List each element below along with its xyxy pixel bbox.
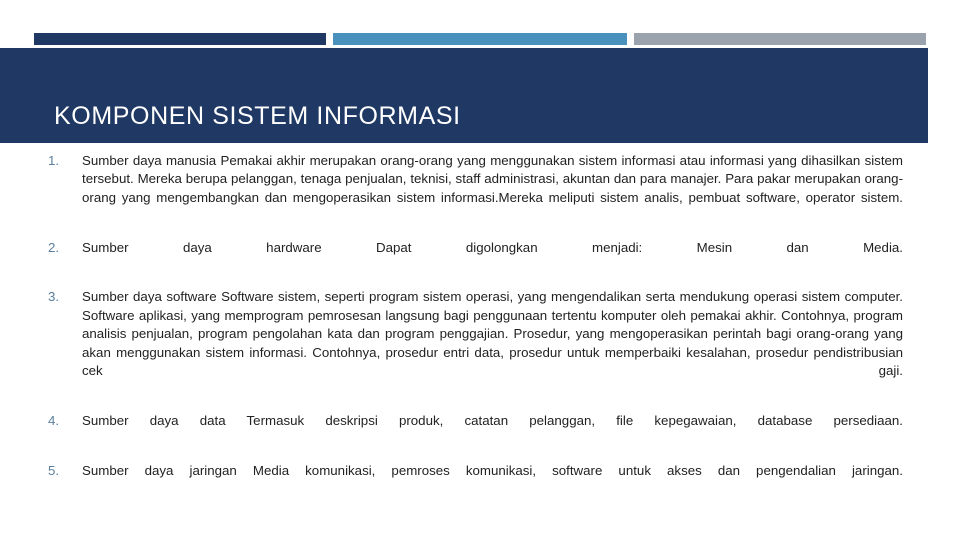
slide: KOMPONEN SISTEM INFORMASI 1. Sumber daya… xyxy=(0,0,960,540)
list-item: 2. Sumber daya hardware Dapat digolongka… xyxy=(0,239,960,276)
list-item-text: Sumber daya data Termasuk deskripsi prod… xyxy=(82,412,903,428)
list-item-number: 3. xyxy=(48,289,60,305)
title-band: KOMPONEN SISTEM INFORMASI xyxy=(0,48,928,143)
list-item-number: 5. xyxy=(48,462,60,478)
list-item-number: 1. xyxy=(48,153,60,168)
slide-body: 1. Sumber daya manusia Pemakai akhir mer… xyxy=(0,152,960,499)
accent-segment-light xyxy=(634,33,926,45)
list-item-number: 2. xyxy=(48,239,60,255)
list-item-text: Sumber daya jaringan Media komunikasi, p… xyxy=(82,462,903,478)
list-item: 3. Sumber daya software Software sistem,… xyxy=(0,288,960,398)
numbered-list: 1. Sumber daya manusia Pemakai akhir mer… xyxy=(0,152,960,499)
accent-segment-mid xyxy=(333,33,627,45)
accent-segment-dark xyxy=(34,33,326,45)
list-item-text: Sumber daya hardware Dapat digolongkan m… xyxy=(82,239,903,255)
list-item-text: Sumber daya software Software sistem, se… xyxy=(82,289,903,379)
slide-title: KOMPONEN SISTEM INFORMASI xyxy=(54,102,461,130)
accent-rule xyxy=(0,33,960,45)
list-item-number: 4. xyxy=(48,412,60,428)
list-item-text: Sumber daya manusia Pemakai akhir merupa… xyxy=(82,153,903,205)
list-item: 1. Sumber daya manusia Pemakai akhir mer… xyxy=(0,152,960,226)
list-item: 4. Sumber daya data Termasuk deskripsi p… xyxy=(0,412,960,449)
list-item: 5. Sumber daya jaringan Media komunikasi… xyxy=(0,462,960,499)
